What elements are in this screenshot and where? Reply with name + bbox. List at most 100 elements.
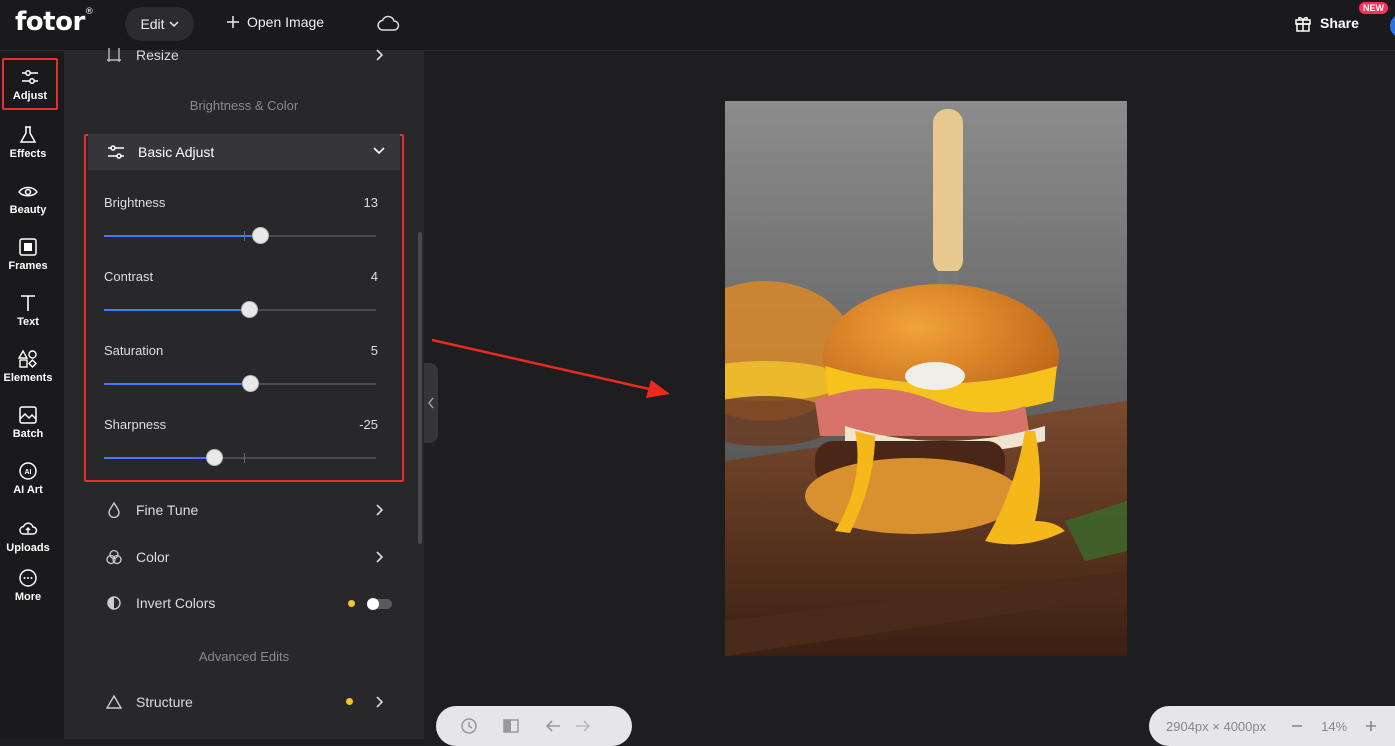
nav-elements[interactable]: Elements bbox=[0, 340, 56, 392]
nav-uploads[interactable]: Uploads bbox=[0, 510, 56, 562]
brightness-value: 13 bbox=[363, 195, 378, 210]
resize-icon bbox=[107, 48, 121, 62]
contrast-slider[interactable] bbox=[104, 301, 376, 318]
nav-text-label: Text bbox=[17, 315, 39, 328]
text-icon bbox=[21, 294, 35, 311]
cloud-icon[interactable] bbox=[376, 13, 400, 35]
zoom-level[interactable]: 14% bbox=[1321, 719, 1347, 734]
contrast-slider-thumb[interactable] bbox=[240, 301, 258, 318]
zoom-in-icon[interactable] bbox=[1364, 719, 1378, 733]
chevron-right-icon bbox=[376, 504, 384, 516]
svg-text:AI: AI bbox=[25, 469, 32, 476]
nav-ai-art-label: AI Art bbox=[13, 483, 43, 496]
nav-adjust[interactable]: Adjust bbox=[2, 58, 58, 110]
basic-adjust-label: Basic Adjust bbox=[138, 144, 215, 160]
invert-icon bbox=[107, 596, 121, 610]
resize-label: Resize bbox=[136, 47, 179, 63]
brightness-slider-thumb[interactable] bbox=[251, 227, 269, 244]
sharpness-slider[interactable] bbox=[104, 449, 376, 466]
color-circles-icon bbox=[106, 549, 122, 565]
invert-colors-toggle[interactable] bbox=[367, 598, 392, 610]
structure-label: Structure bbox=[136, 694, 193, 710]
batch-icon bbox=[19, 405, 37, 424]
triangle-icon bbox=[106, 694, 122, 709]
avatar[interactable] bbox=[1390, 14, 1395, 38]
flask-icon bbox=[19, 125, 37, 143]
frame-icon bbox=[19, 237, 37, 256]
history-toolbar bbox=[436, 706, 632, 746]
undo-icon[interactable] bbox=[544, 717, 562, 735]
share-button[interactable]: Share bbox=[1294, 14, 1359, 32]
top-bar: fotor® Edit Open Image Share NEW bbox=[0, 0, 1395, 51]
shapes-icon bbox=[18, 349, 37, 368]
sharpness-label: Sharpness bbox=[104, 417, 167, 432]
redo-icon[interactable] bbox=[574, 717, 592, 735]
saturation-slider-thumb[interactable] bbox=[241, 375, 259, 392]
resize-row[interactable]: Resize bbox=[106, 44, 179, 66]
chevron-down-icon bbox=[169, 21, 179, 28]
eye-icon bbox=[18, 186, 38, 196]
nav-beauty[interactable]: Beauty bbox=[0, 172, 56, 224]
nav-batch[interactable]: Batch bbox=[0, 396, 56, 448]
chevron-right-icon bbox=[376, 49, 384, 61]
nav-frames-label: Frames bbox=[8, 259, 48, 272]
drop-icon bbox=[108, 502, 120, 518]
basic-adjust-header[interactable]: Basic Adjust bbox=[88, 134, 400, 170]
saturation-label: Saturation bbox=[104, 343, 164, 358]
nav-adjust-label: Adjust bbox=[12, 89, 48, 102]
sliders-icon bbox=[108, 145, 124, 159]
zoom-bar: 2904px × 4000px 14% bbox=[1149, 706, 1395, 746]
brightness-label: Brightness bbox=[104, 195, 166, 210]
nav-effects[interactable]: Effects bbox=[0, 116, 56, 168]
section-title-brightness: Brightness & Color bbox=[189, 98, 299, 113]
sliders-icon bbox=[22, 69, 38, 84]
new-badge: NEW bbox=[1359, 2, 1388, 14]
more-icon bbox=[19, 568, 37, 587]
chevron-right-icon bbox=[376, 696, 384, 708]
invert-colors-row: Invert Colors bbox=[106, 592, 215, 614]
edit-menu-button[interactable]: Edit bbox=[125, 7, 194, 41]
invert-colors-label: Invert Colors bbox=[136, 595, 216, 611]
burger-photo bbox=[725, 101, 1127, 656]
gift-icon bbox=[1295, 16, 1311, 32]
history-icon[interactable] bbox=[460, 717, 478, 735]
plus-icon bbox=[227, 16, 239, 28]
nav-ai-art[interactable]: AI AI Art bbox=[0, 452, 56, 504]
saturation-slider[interactable] bbox=[104, 375, 376, 392]
nav-text[interactable]: Text bbox=[0, 284, 56, 336]
sharpness-slider-thumb[interactable] bbox=[206, 449, 224, 466]
nav-more-label: More bbox=[14, 590, 42, 603]
nav-more[interactable]: More bbox=[0, 559, 56, 611]
section-title-advanced: Advanced Edits bbox=[198, 649, 290, 664]
premium-dot bbox=[346, 698, 353, 705]
zoom-out-icon[interactable] bbox=[1290, 719, 1304, 733]
open-image-label: Open Image bbox=[247, 14, 325, 30]
panel-scrollbar[interactable] bbox=[418, 232, 422, 544]
color-label: Color bbox=[136, 549, 170, 565]
image-dimensions: 2904px × 4000px bbox=[1166, 718, 1267, 734]
fine-tune-row[interactable]: Fine Tune bbox=[106, 499, 198, 521]
brightness-slider[interactable] bbox=[104, 227, 376, 244]
color-row[interactable]: Color bbox=[106, 546, 169, 568]
nav-uploads-label: Uploads bbox=[6, 541, 50, 554]
fotor-logo[interactable]: fotor® bbox=[15, 7, 94, 37]
sharpness-value: -25 bbox=[359, 417, 378, 432]
ai-icon: AI bbox=[19, 461, 37, 480]
edit-label: Edit bbox=[140, 16, 165, 32]
premium-dot bbox=[348, 600, 355, 607]
annotation-arrow bbox=[431, 338, 670, 398]
share-label: Share bbox=[1320, 15, 1359, 31]
saturation-value: 5 bbox=[370, 343, 378, 358]
nav-frames[interactable]: Frames bbox=[0, 228, 56, 280]
upload-cloud-icon bbox=[19, 522, 38, 535]
structure-row[interactable]: Structure bbox=[106, 691, 193, 713]
chevron-right-icon bbox=[376, 551, 384, 563]
contrast-value: 4 bbox=[370, 269, 378, 284]
chevron-down-icon[interactable] bbox=[372, 143, 386, 157]
contrast-label: Contrast bbox=[104, 269, 154, 284]
nav-effects-label: Effects bbox=[9, 147, 47, 160]
nav-batch-label: Batch bbox=[12, 427, 44, 440]
compare-icon[interactable] bbox=[502, 717, 520, 735]
open-image-button[interactable]: Open Image bbox=[226, 14, 324, 30]
nav-beauty-label: Beauty bbox=[9, 203, 47, 216]
